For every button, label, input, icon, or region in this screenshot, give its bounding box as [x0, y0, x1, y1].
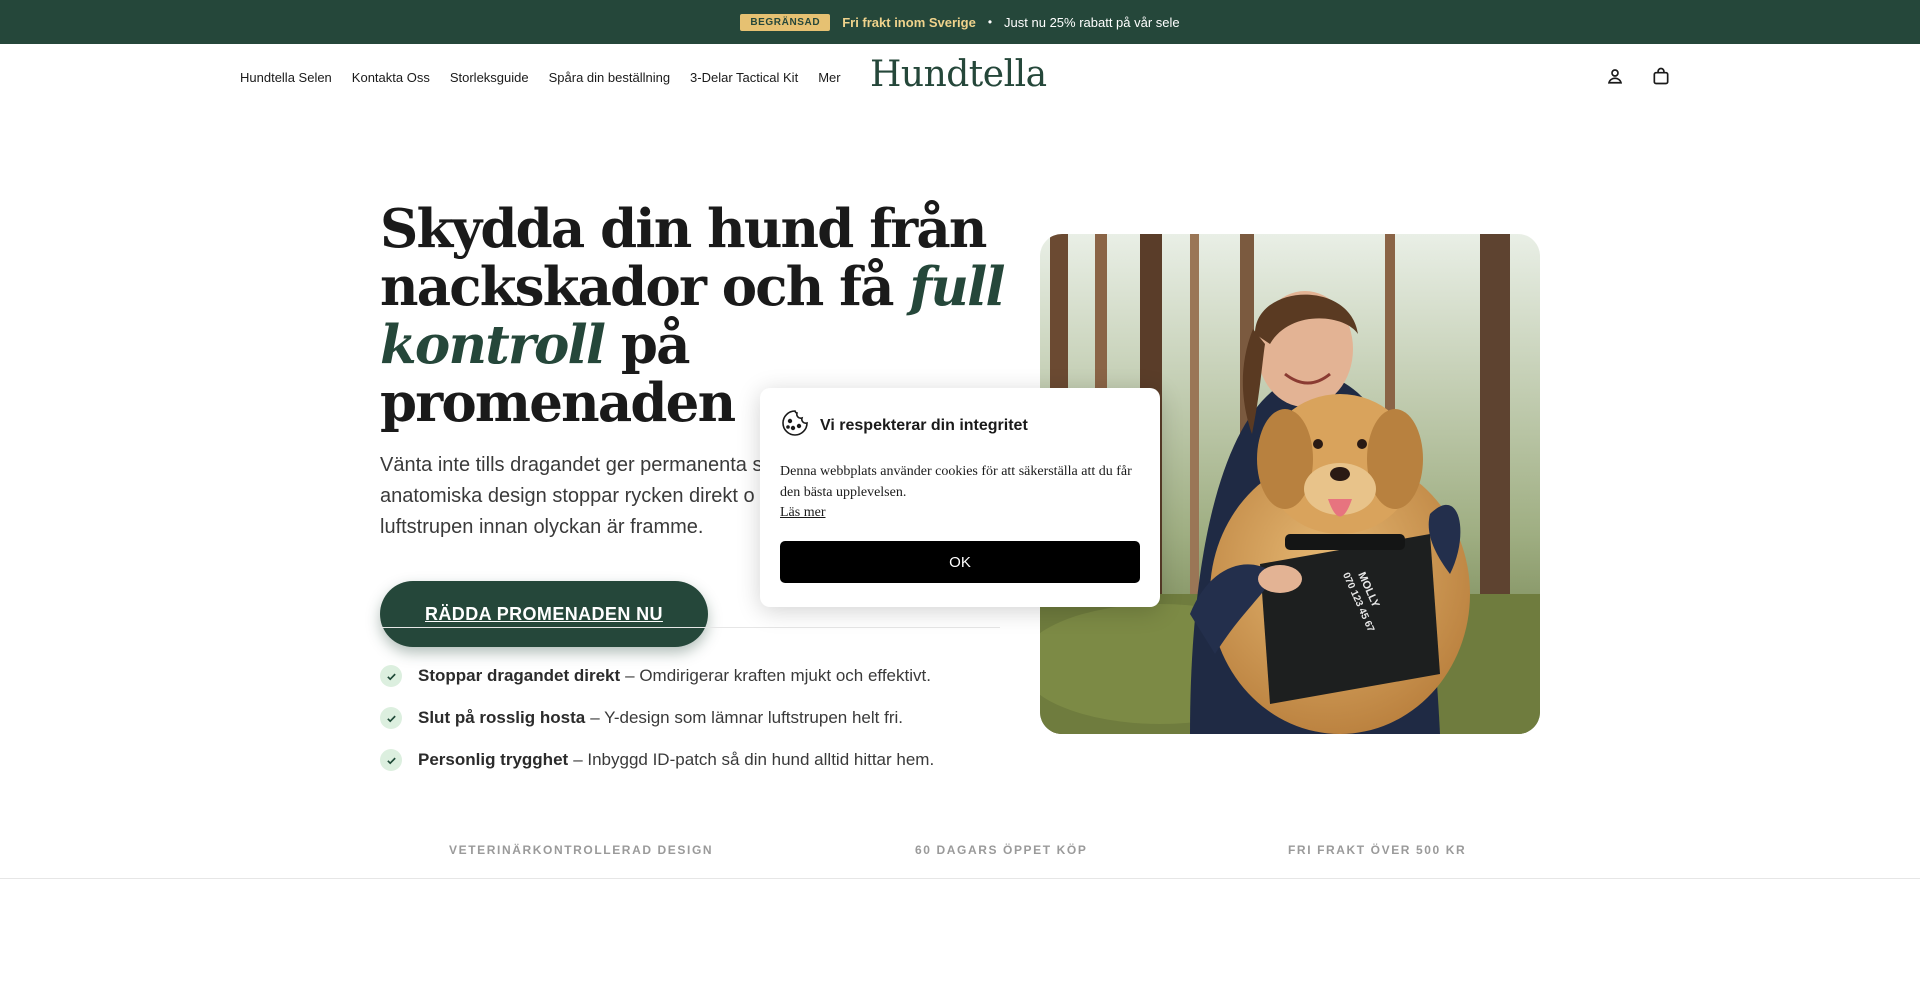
account-icon[interactable] [1604, 65, 1626, 87]
benefit-title: Stoppar dragandet direkt [418, 666, 621, 685]
benefit-title: Personlig trygghet [418, 750, 569, 769]
cookie-title-row: Vi respekterar din integritet [780, 408, 1140, 443]
benefit-text: – Y-design som lämnar luftstrupen helt f… [590, 708, 903, 727]
announcement-badge: BEGRÄNSAD [740, 13, 831, 31]
trust-item-open-purchase: 60 DAGARS ÖPPET KÖP [915, 843, 1088, 857]
cta-button[interactable]: RÄDDA PROMENADEN NU [380, 581, 708, 647]
check-icon [380, 749, 402, 771]
nav-item-tactical-kit[interactable]: 3-Delar Tactical Kit [690, 70, 798, 85]
check-icon [380, 707, 402, 729]
nav-item-kontakta-oss[interactable]: Kontakta Oss [352, 70, 430, 85]
nav-item-storleksguide[interactable]: Storleksguide [450, 70, 529, 85]
nav-item-mer[interactable]: Mer [818, 70, 840, 85]
benefit-item: Personlig trygghet – Inbyggd ID-patch så… [380, 739, 934, 781]
cart-icon[interactable] [1650, 65, 1672, 87]
benefit-title: Slut på rosslig hosta [418, 708, 586, 727]
nav-item-hundtella-selen[interactable]: Hundtella Selen [240, 70, 332, 85]
benefits-list: Stoppar dragandet direkt – Omdirigerar k… [380, 655, 934, 781]
announcement-separator: • [987, 15, 993, 29]
cookie-read-more-link[interactable]: Läs mer [780, 505, 825, 521]
hero-title-part1: Skydda din hund från nackskador och få [380, 198, 987, 318]
check-icon [380, 665, 402, 687]
nav-item-spara-bestallning[interactable]: Spåra din beställning [549, 70, 670, 85]
main-nav: Hundtella Selen Kontakta Oss Storleksgui… [240, 44, 841, 110]
hero-lead-line2: anatomiska design stoppar rycken direkt … [380, 485, 755, 507]
benefit-text: – Inbyggd ID-patch så din hund alltid hi… [573, 750, 935, 769]
hero-lead-line1: Vänta inte tills dragandet ger permanent… [380, 454, 763, 476]
cookie-icon [780, 408, 810, 443]
trust-item-free-shipping: FRI FRAKT ÖVER 500 KR [1288, 843, 1467, 857]
benefit-item: Slut på rosslig hosta – Y-design som läm… [380, 697, 934, 739]
hero-divider [380, 627, 1000, 628]
announcement-text: Just nu 25% rabatt på vår sele [1004, 14, 1180, 30]
trust-strip: VETERINÄRKONTROLLERAD DESIGN 60 DAGARS Ö… [0, 843, 1920, 879]
announcement-highlight: Fri frakt inom Sverige [842, 14, 976, 30]
cookie-ok-button[interactable]: OK [780, 541, 1140, 583]
site-header: Hundtella Selen Kontakta Oss Storleksgui… [0, 44, 1920, 110]
announcement-bar: BEGRÄNSAD Fri frakt inom Sverige • Just … [0, 0, 1920, 44]
benefit-item: Stoppar dragandet direkt – Omdirigerar k… [380, 655, 934, 697]
cookie-dialog: Vi respekterar din integritet Denna webb… [760, 388, 1160, 607]
brand-logo[interactable]: Hundtella [870, 57, 1047, 93]
hero-lead-line3: luftstrupen innan olyckan är framme. [380, 516, 704, 538]
benefit-text: – Omdirigerar kraften mjukt och effektiv… [625, 666, 931, 685]
cookie-text: Denna webbplats använder cookies för att… [780, 464, 1132, 500]
trust-item-vet-design: VETERINÄRKONTROLLERAD DESIGN [449, 843, 714, 857]
header-actions [1604, 65, 1672, 87]
cookie-title: Vi respekterar din integritet [820, 416, 1028, 434]
